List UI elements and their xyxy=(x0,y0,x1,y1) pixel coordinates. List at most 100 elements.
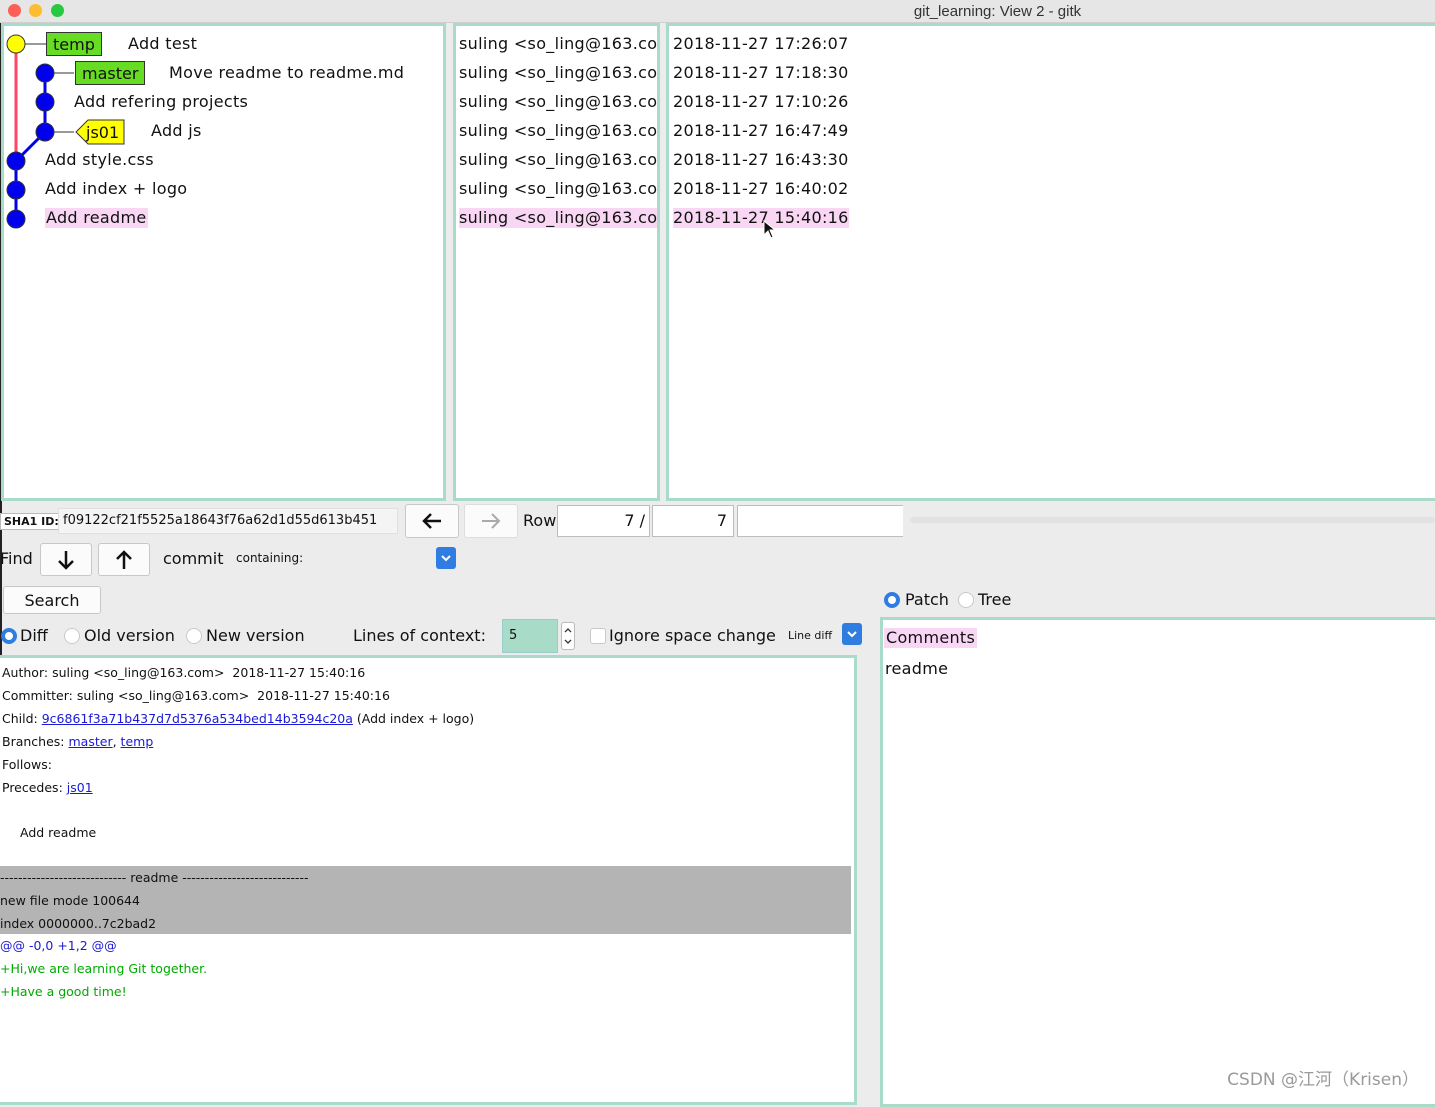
commit-message[interactable]: Move readme to readme.md xyxy=(169,63,404,83)
line-diff-select[interactable]: Line diff xyxy=(788,629,832,642)
line-diff-dropdown[interactable] xyxy=(842,623,862,645)
arrow-left-icon xyxy=(422,513,441,529)
branch-tag-temp[interactable]: temp xyxy=(46,32,102,56)
commit-node[interactable] xyxy=(35,122,55,142)
commit-date-selected[interactable]: 2018-11-27 15:40:16 xyxy=(673,208,849,228)
commit-node[interactable] xyxy=(35,92,55,112)
watermark: CSDN @江河（Krisen） xyxy=(1227,1070,1419,1090)
ignore-space-label: Ignore space change xyxy=(609,626,776,645)
search-button[interactable]: Search xyxy=(3,586,101,614)
commit-message[interactable]: Add test xyxy=(128,34,197,54)
commit-author[interactable]: suling <so_ling@163.com> xyxy=(459,92,657,112)
commit-author[interactable]: suling <so_ling@163.com> xyxy=(459,150,657,170)
commit-graph-pane[interactable]: temp master js01 Add test Move readme to… xyxy=(1,23,446,501)
added-line: +Have a good time! xyxy=(0,984,127,999)
precedes-label: Precedes: xyxy=(2,780,63,795)
branches-label: Branches: xyxy=(2,734,65,749)
file-list-comments[interactable]: Comments xyxy=(884,628,978,648)
commit-author[interactable]: suling <so_ling@163.com> xyxy=(459,63,657,83)
file-list-item[interactable]: readme xyxy=(885,659,948,679)
find-mode-dropdown[interactable] xyxy=(436,547,456,569)
commit-node[interactable] xyxy=(6,34,26,54)
author-pane[interactable]: suling <so_ling@163.com> suling <so_ling… xyxy=(453,23,660,501)
child-sha-link[interactable]: 9c6861f3a71b437d7d5376a534bed14b3594c20a xyxy=(42,711,353,726)
stepper-arrows-icon xyxy=(564,628,572,644)
patch-label: Patch xyxy=(905,590,949,609)
branch-link-temp[interactable]: temp xyxy=(121,734,154,749)
diff-radio-label: Diff xyxy=(20,626,48,645)
diff-pane[interactable]: Author: suling <so_ling@163.com> 2018-11… xyxy=(0,655,857,1105)
commit-node[interactable] xyxy=(6,180,26,200)
commit-date[interactable]: 2018-11-27 17:26:07 xyxy=(673,34,849,54)
commit-date[interactable]: 2018-11-27 17:18:30 xyxy=(673,63,849,83)
sha1-label: SHA1 ID: xyxy=(0,513,63,530)
context-stepper[interactable] xyxy=(561,622,575,650)
old-version-radio[interactable] xyxy=(64,628,80,644)
find-prev-button[interactable] xyxy=(98,543,150,576)
commit-date[interactable]: 2018-11-27 16:47:49 xyxy=(673,121,849,141)
index-line: index 0000000..7c2bad2 xyxy=(0,916,157,931)
commit-message[interactable]: Add js xyxy=(151,121,202,141)
added-line: +Hi,we are learning Git together. xyxy=(0,961,208,976)
commit-message-selected[interactable]: Add readme xyxy=(45,208,148,228)
committer-line: Committer: suling <so_ling@163.com> 2018… xyxy=(2,688,390,703)
commit-node[interactable] xyxy=(6,209,26,229)
chevron-down-icon xyxy=(847,631,857,638)
tag-js01[interactable]: js01 xyxy=(86,121,119,145)
arrow-right-icon xyxy=(482,513,501,529)
commit-author[interactable]: suling <so_ling@163.com> xyxy=(459,121,657,141)
commit-author[interactable]: suling <so_ling@163.com> xyxy=(459,179,657,199)
chevron-down-icon xyxy=(441,555,451,562)
commit-date[interactable]: 2018-11-27 17:10:26 xyxy=(673,92,849,112)
context-spinbox[interactable]: 5 xyxy=(502,619,558,653)
commit-date[interactable]: 2018-11-27 16:43:30 xyxy=(673,150,849,170)
file-header-line: ---------------------------- readme ----… xyxy=(0,870,309,885)
commit-author-selected[interactable]: suling <so_ling@163.com> xyxy=(459,208,657,228)
context-label: Lines of context: xyxy=(353,626,486,645)
precedes-link[interactable]: js01 xyxy=(67,780,93,795)
row-total: 7 xyxy=(652,505,734,537)
sha1-field[interactable]: f09122cf21f5525a18643f76a62d1d55d613b451 xyxy=(58,508,398,534)
back-button[interactable] xyxy=(405,504,459,538)
precedes-line: Precedes: js01 xyxy=(2,780,93,795)
committer-label: Committer: xyxy=(2,688,73,703)
branch-tag-master[interactable]: master xyxy=(75,61,146,85)
commit-message[interactable]: Add refering projects xyxy=(74,92,248,112)
ignore-space-checkbox[interactable] xyxy=(590,628,606,644)
row-label: Row xyxy=(523,511,557,530)
author-value: suling <so_ling@163.com> 2018-11-27 15:4… xyxy=(52,665,366,680)
mouse-cursor-icon xyxy=(763,220,777,239)
arrow-up-icon xyxy=(116,549,132,569)
child-desc: (Add index + logo) xyxy=(356,711,475,726)
commit-node[interactable] xyxy=(35,63,55,83)
commit-date[interactable]: 2018-11-27 16:40:02 xyxy=(673,179,849,199)
follows-label: Follows: xyxy=(2,757,52,772)
child-label: Child: xyxy=(2,711,38,726)
arrow-down-icon xyxy=(58,550,74,570)
row-current: 7 / xyxy=(557,505,650,537)
patch-radio[interactable] xyxy=(884,592,900,608)
commit-message[interactable]: Add index + logo xyxy=(45,179,187,199)
commit-body: Add readme xyxy=(20,825,97,840)
tree-label: Tree xyxy=(978,590,1012,609)
commit-node[interactable] xyxy=(6,151,26,171)
find-next-button[interactable] xyxy=(40,543,92,576)
new-version-radio[interactable] xyxy=(186,628,202,644)
diff-radio[interactable] xyxy=(1,628,17,644)
title-bar: git_learning: View 2 - gitk xyxy=(0,0,1435,23)
branch-link-master[interactable]: master xyxy=(69,734,113,749)
find-label: Find xyxy=(0,549,33,568)
forward-button[interactable] xyxy=(464,504,518,538)
find-type[interactable]: commit xyxy=(163,549,223,568)
author-label: Author: xyxy=(2,665,49,680)
window-title: git_learning: View 2 - gitk xyxy=(913,3,1082,20)
find-mode-select[interactable]: containing: xyxy=(236,551,303,565)
date-pane[interactable]: 2018-11-27 17:26:07 2018-11-27 17:18:30 … xyxy=(666,23,1435,501)
commit-author[interactable]: suling <so_ling@163.com> xyxy=(459,34,657,54)
branches-line: Branches: master, temp xyxy=(2,734,154,749)
file-list-pane[interactable]: Comments readme xyxy=(880,617,1435,1107)
progress-field xyxy=(737,505,903,537)
commit-message[interactable]: Add style.css xyxy=(45,150,154,170)
author-line: Author: suling <so_ling@163.com> 2018-11… xyxy=(2,665,365,680)
tree-radio[interactable] xyxy=(958,592,974,608)
